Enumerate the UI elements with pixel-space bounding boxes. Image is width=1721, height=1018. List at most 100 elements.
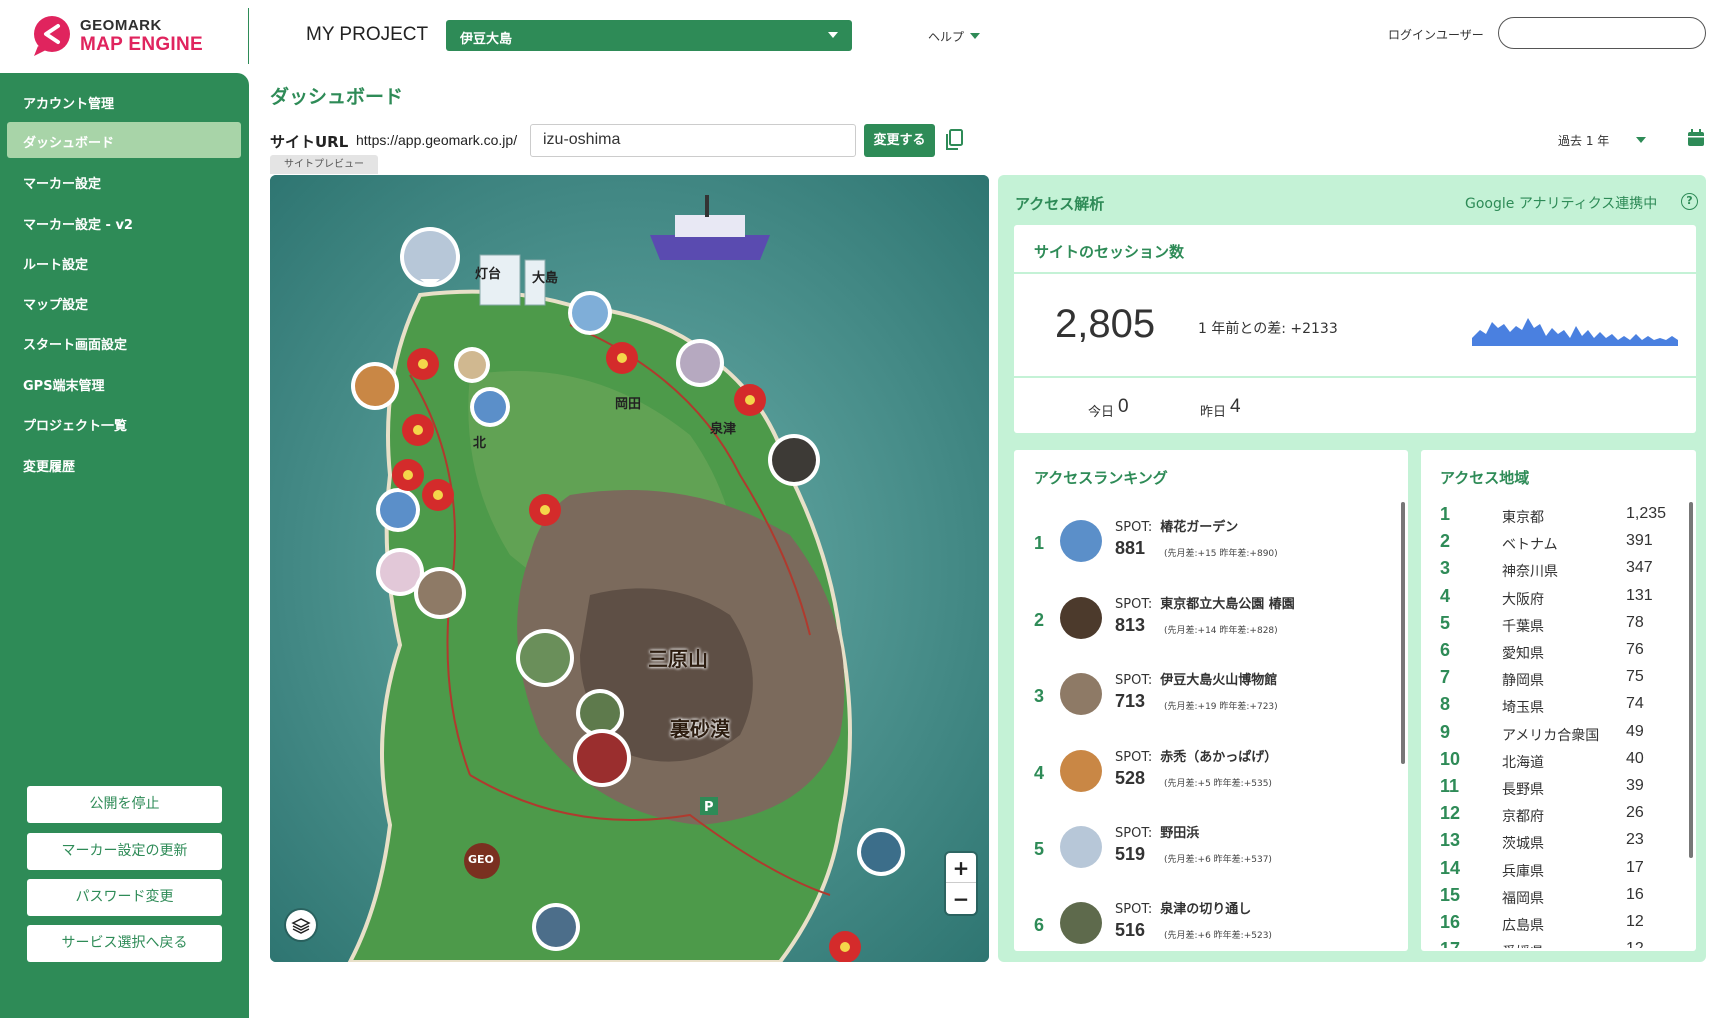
back-to-services-button[interactable]: サービス選択へ戻る <box>27 925 222 962</box>
ranking-thumbnail <box>1060 902 1102 944</box>
chevron-down-icon <box>828 32 838 38</box>
camellia-marker[interactable] <box>407 348 439 380</box>
login-user-field[interactable] <box>1498 17 1706 49</box>
question-icon[interactable]: ? <box>1681 193 1698 210</box>
map-label-sentsu: 泉津 <box>710 422 737 437</box>
ranking-diff: (先月差:+6 昨年差:+523) <box>1164 931 1272 941</box>
ranking-diff: (先月差:+19 昨年差:+723) <box>1164 702 1278 712</box>
photo-marker[interactable] <box>857 828 905 876</box>
photo-marker[interactable] <box>516 629 574 687</box>
photo-marker[interactable] <box>568 291 612 335</box>
ranking-number: 2 <box>1034 610 1045 630</box>
sidebar-item-routes[interactable]: ルート設定 <box>7 244 241 280</box>
change-url-button[interactable]: 変更する <box>864 124 935 157</box>
photo-marker[interactable] <box>454 347 490 383</box>
calendar-icon[interactable] <box>1687 129 1705 147</box>
period-chevron-down-icon[interactable] <box>1636 137 1646 143</box>
zoom-out-button[interactable]: − <box>946 884 976 914</box>
layers-icon <box>291 918 311 934</box>
ranking-count: 519 <box>1115 844 1146 864</box>
ranking-row[interactable]: 2 SPOT: 東京都立大島公園 椿園 813 (先月差:+14 昨年差:+828… <box>1030 593 1400 653</box>
analytics-title: アクセス解析 <box>1015 195 1105 213</box>
period-select[interactable]: 過去 1 年 <box>1558 132 1609 149</box>
ranking-diff: (先月差:+6 昨年差:+537) <box>1164 855 1272 865</box>
map-preview[interactable]: P 灯台 大島 岡田 泉津 北 三原山 裏砂漠 GEO + − <box>270 175 989 962</box>
photo-marker[interactable] <box>768 434 820 486</box>
copy-icon[interactable] <box>944 129 964 151</box>
sidebar-item-account[interactable]: アカウント管理 <box>7 83 241 119</box>
ranking-spot-name: SPOT: 泉津の切り通し <box>1115 898 1251 917</box>
update-markers-button[interactable]: マーカー設定の更新 <box>27 833 222 870</box>
spot-name: 赤禿（あかっぱげ） <box>1160 750 1278 765</box>
camellia-marker[interactable] <box>829 931 861 962</box>
sidebar-item-projects[interactable]: プロジェクト一覧 <box>7 405 241 441</box>
zoom-control: + − <box>946 853 976 914</box>
yesterday-value: 4 <box>1230 396 1241 417</box>
ranking-count: 881 <box>1115 538 1146 558</box>
camellia-marker[interactable] <box>392 459 424 491</box>
sidebar-item-gps-devices[interactable]: GPS端末管理 <box>7 365 241 401</box>
photo-marker[interactable] <box>400 227 460 287</box>
photo-marker[interactable] <box>414 567 466 619</box>
ranking-count: 516 <box>1115 920 1146 940</box>
photo-marker[interactable] <box>676 339 724 387</box>
geomark-logo-icon <box>34 16 70 56</box>
help-menu[interactable]: ヘルプ <box>928 28 964 45</box>
ranking-row[interactable]: 5 SPOT: 野田浜 519 (先月差:+6 昨年差:+537) <box>1030 822 1400 882</box>
logo-text-geomark: GEOMARK <box>80 17 162 34</box>
sidebar-item-map-settings[interactable]: マップ設定 <box>7 284 241 320</box>
spot-prefix: SPOT: <box>1115 826 1153 841</box>
camellia-marker[interactable] <box>606 342 638 374</box>
ranking-diff: (先月差:+15 昨年差:+890) <box>1164 549 1278 559</box>
layers-button[interactable] <box>286 910 316 940</box>
sidebar-item-markers[interactable]: マーカー設定 <box>7 163 241 199</box>
page-title: ダッシュボード <box>270 86 404 108</box>
map-canvas[interactable]: P <box>270 175 989 962</box>
help-chevron-down-icon[interactable] <box>970 33 980 39</box>
site-preview-tab[interactable]: サイトプレビュー <box>270 155 378 174</box>
sidebar-item-dashboard[interactable]: ダッシュボード <box>7 122 241 158</box>
project-select[interactable]: 伊豆大島 <box>446 20 852 51</box>
camellia-marker[interactable] <box>402 414 434 446</box>
photo-marker[interactable] <box>470 387 510 427</box>
ranking-row[interactable]: 4 SPOT: 赤禿（あかっぱげ） 528 (先月差:+5 昨年差:+535) <box>1030 746 1400 806</box>
ranking-row[interactable]: 6 SPOT: 泉津の切り通し 516 (先月差:+6 昨年差:+523) <box>1030 898 1400 958</box>
logo-text-map-engine: MAP ENGINE <box>80 34 204 55</box>
photo-marker[interactable] <box>351 362 399 410</box>
photo-marker[interactable] <box>532 903 580 951</box>
ranking-row[interactable]: 3 SPOT: 伊豆大島火山博物館 713 (先月差:+19 昨年差:+723) <box>1030 669 1400 729</box>
geomark-logo[interactable]: GEOMARK MAP ENGINE <box>30 12 240 62</box>
camellia-marker[interactable] <box>529 494 561 526</box>
sessions-total: 2,805 <box>1055 302 1156 346</box>
stop-publish-button[interactable]: 公開を停止 <box>27 786 222 823</box>
ranking-thumbnail <box>1060 520 1102 562</box>
site-url-input[interactable]: izu-oshima <box>530 124 856 157</box>
zoom-in-button[interactable]: + <box>946 853 976 883</box>
login-user-label: ログインユーザー <box>1388 28 1484 42</box>
map-label-okada: 岡田 <box>615 397 642 412</box>
map-label-lighthouse: 灯台 <box>475 267 502 282</box>
camellia-marker[interactable] <box>422 479 454 511</box>
region-card <box>1421 450 1696 951</box>
region-card-bottom-mask <box>1421 951 1696 962</box>
change-password-button[interactable]: パスワード変更 <box>27 879 222 916</box>
spot-prefix: SPOT: <box>1115 673 1153 688</box>
ranking-count: 528 <box>1115 768 1146 788</box>
sidebar-item-history[interactable]: 変更履歴 <box>7 446 241 482</box>
ranking-thumbnail <box>1060 750 1102 792</box>
ranking-spot-name: SPOT: 東京都立大島公園 椿園 <box>1115 593 1295 612</box>
ranking-row[interactable]: 1 SPOT: 椿花ガーデン 881 (先月差:+15 昨年差:+890) <box>1030 516 1400 576</box>
camellia-marker[interactable] <box>734 384 766 416</box>
today-value: 0 <box>1118 396 1129 417</box>
sidebar-item-start-screen[interactable]: スタート画面設定 <box>7 324 241 360</box>
photo-marker[interactable] <box>376 488 420 532</box>
ranking-spot-name: SPOT: 野田浜 <box>1115 822 1199 841</box>
sidebar-item-markers-v2[interactable]: マーカー設定 - v2 <box>7 204 241 240</box>
ranking-count: 813 <box>1115 615 1146 635</box>
photo-marker[interactable] <box>573 729 631 787</box>
ranking-scrollbar[interactable] <box>1401 502 1405 764</box>
ranking-spot-name: SPOT: 赤禿（あかっぱげ） <box>1115 746 1277 765</box>
spot-prefix: SPOT: <box>1115 520 1153 535</box>
map-label-oshima: 大島 <box>532 271 559 286</box>
region-scrollbar[interactable] <box>1689 502 1693 858</box>
